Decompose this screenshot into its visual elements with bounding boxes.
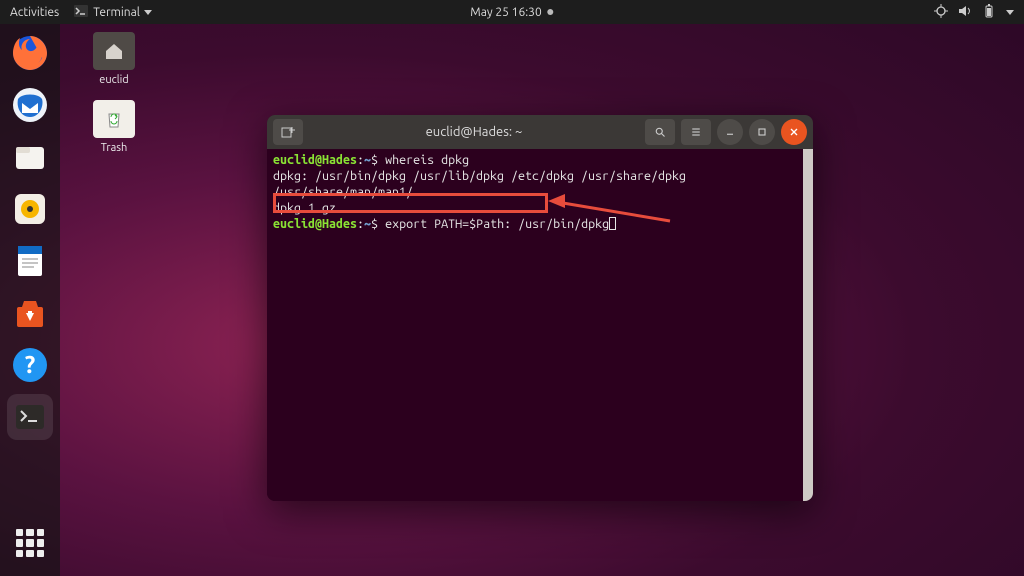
search-button[interactable] bbox=[645, 119, 675, 145]
terminal-icon bbox=[73, 3, 89, 22]
prompt-path: ~ bbox=[364, 153, 371, 167]
hamburger-menu-button[interactable] bbox=[681, 119, 711, 145]
desktop-home-folder[interactable]: euclid bbox=[84, 32, 144, 86]
desktop-trash-label: Trash bbox=[84, 142, 144, 154]
dock-help[interactable]: ? bbox=[7, 342, 53, 388]
dock-files[interactable] bbox=[7, 134, 53, 180]
command-1: whereis dpkg bbox=[385, 153, 469, 167]
maximize-button[interactable] bbox=[749, 119, 775, 145]
notification-dot-icon bbox=[548, 9, 554, 15]
home-folder-icon bbox=[93, 32, 135, 70]
scrollbar[interactable] bbox=[803, 149, 813, 501]
dock: ? bbox=[0, 24, 60, 576]
terminal-title: euclid@Hades: ~ bbox=[309, 125, 639, 139]
trash-icon bbox=[93, 100, 135, 138]
activities-button[interactable]: Activities bbox=[10, 6, 59, 19]
terminal-line-2: euclid@Hades:~$ export PATH=$Path: /usr/… bbox=[273, 216, 807, 232]
minimize-button[interactable] bbox=[717, 119, 743, 145]
terminal-line-1: euclid@Hades:~$ whereis dpkg bbox=[273, 152, 807, 168]
system-menu-chevron-icon[interactable] bbox=[1006, 10, 1014, 15]
svg-text:?: ? bbox=[25, 351, 36, 378]
dock-writer[interactable] bbox=[7, 238, 53, 284]
terminal-body[interactable]: euclid@Hades:~$ whereis dpkg dpkg: /usr/… bbox=[267, 149, 813, 501]
prompt-userhost: euclid@Hades bbox=[273, 217, 357, 231]
terminal-titlebar[interactable]: euclid@Hades: ~ bbox=[267, 115, 813, 149]
apps-grid-icon bbox=[16, 529, 44, 557]
desktop-trash[interactable]: Trash bbox=[84, 100, 144, 154]
network-icon[interactable] bbox=[934, 4, 948, 21]
dock-firefox[interactable] bbox=[7, 30, 53, 76]
prompt-path: ~ bbox=[364, 217, 371, 231]
new-tab-button[interactable] bbox=[273, 119, 303, 145]
dock-software[interactable] bbox=[7, 290, 53, 336]
desktop-home-label: euclid bbox=[84, 74, 144, 86]
show-applications-button[interactable] bbox=[7, 520, 53, 566]
prompt-userhost: euclid@Hades bbox=[273, 153, 357, 167]
cursor-icon bbox=[609, 217, 616, 230]
dock-rhythmbox[interactable] bbox=[7, 186, 53, 232]
terminal-window: euclid@Hades: ~ euclid@Hades:~$ whereis … bbox=[267, 115, 813, 501]
command-2: export PATH=$Path: /usr/bin/dpkg bbox=[385, 217, 609, 231]
clock[interactable]: May 25 16:30 bbox=[470, 6, 553, 19]
terminal-output-1b: dpkg.1.gz bbox=[273, 200, 807, 216]
terminal-output-1: dpkg: /usr/bin/dpkg /usr/lib/dpkg /etc/d… bbox=[273, 168, 807, 200]
battery-icon[interactable] bbox=[982, 4, 996, 21]
chevron-down-icon bbox=[144, 10, 152, 15]
volume-icon[interactable] bbox=[958, 4, 972, 21]
close-button[interactable] bbox=[781, 119, 807, 145]
datetime-label: May 25 16:30 bbox=[470, 6, 541, 19]
app-menu[interactable]: Terminal bbox=[73, 3, 152, 22]
dock-thunderbird[interactable] bbox=[7, 82, 53, 128]
dock-terminal[interactable] bbox=[7, 394, 53, 440]
top-bar: Activities Terminal May 25 16:30 bbox=[0, 0, 1024, 24]
app-menu-label: Terminal bbox=[93, 6, 140, 19]
